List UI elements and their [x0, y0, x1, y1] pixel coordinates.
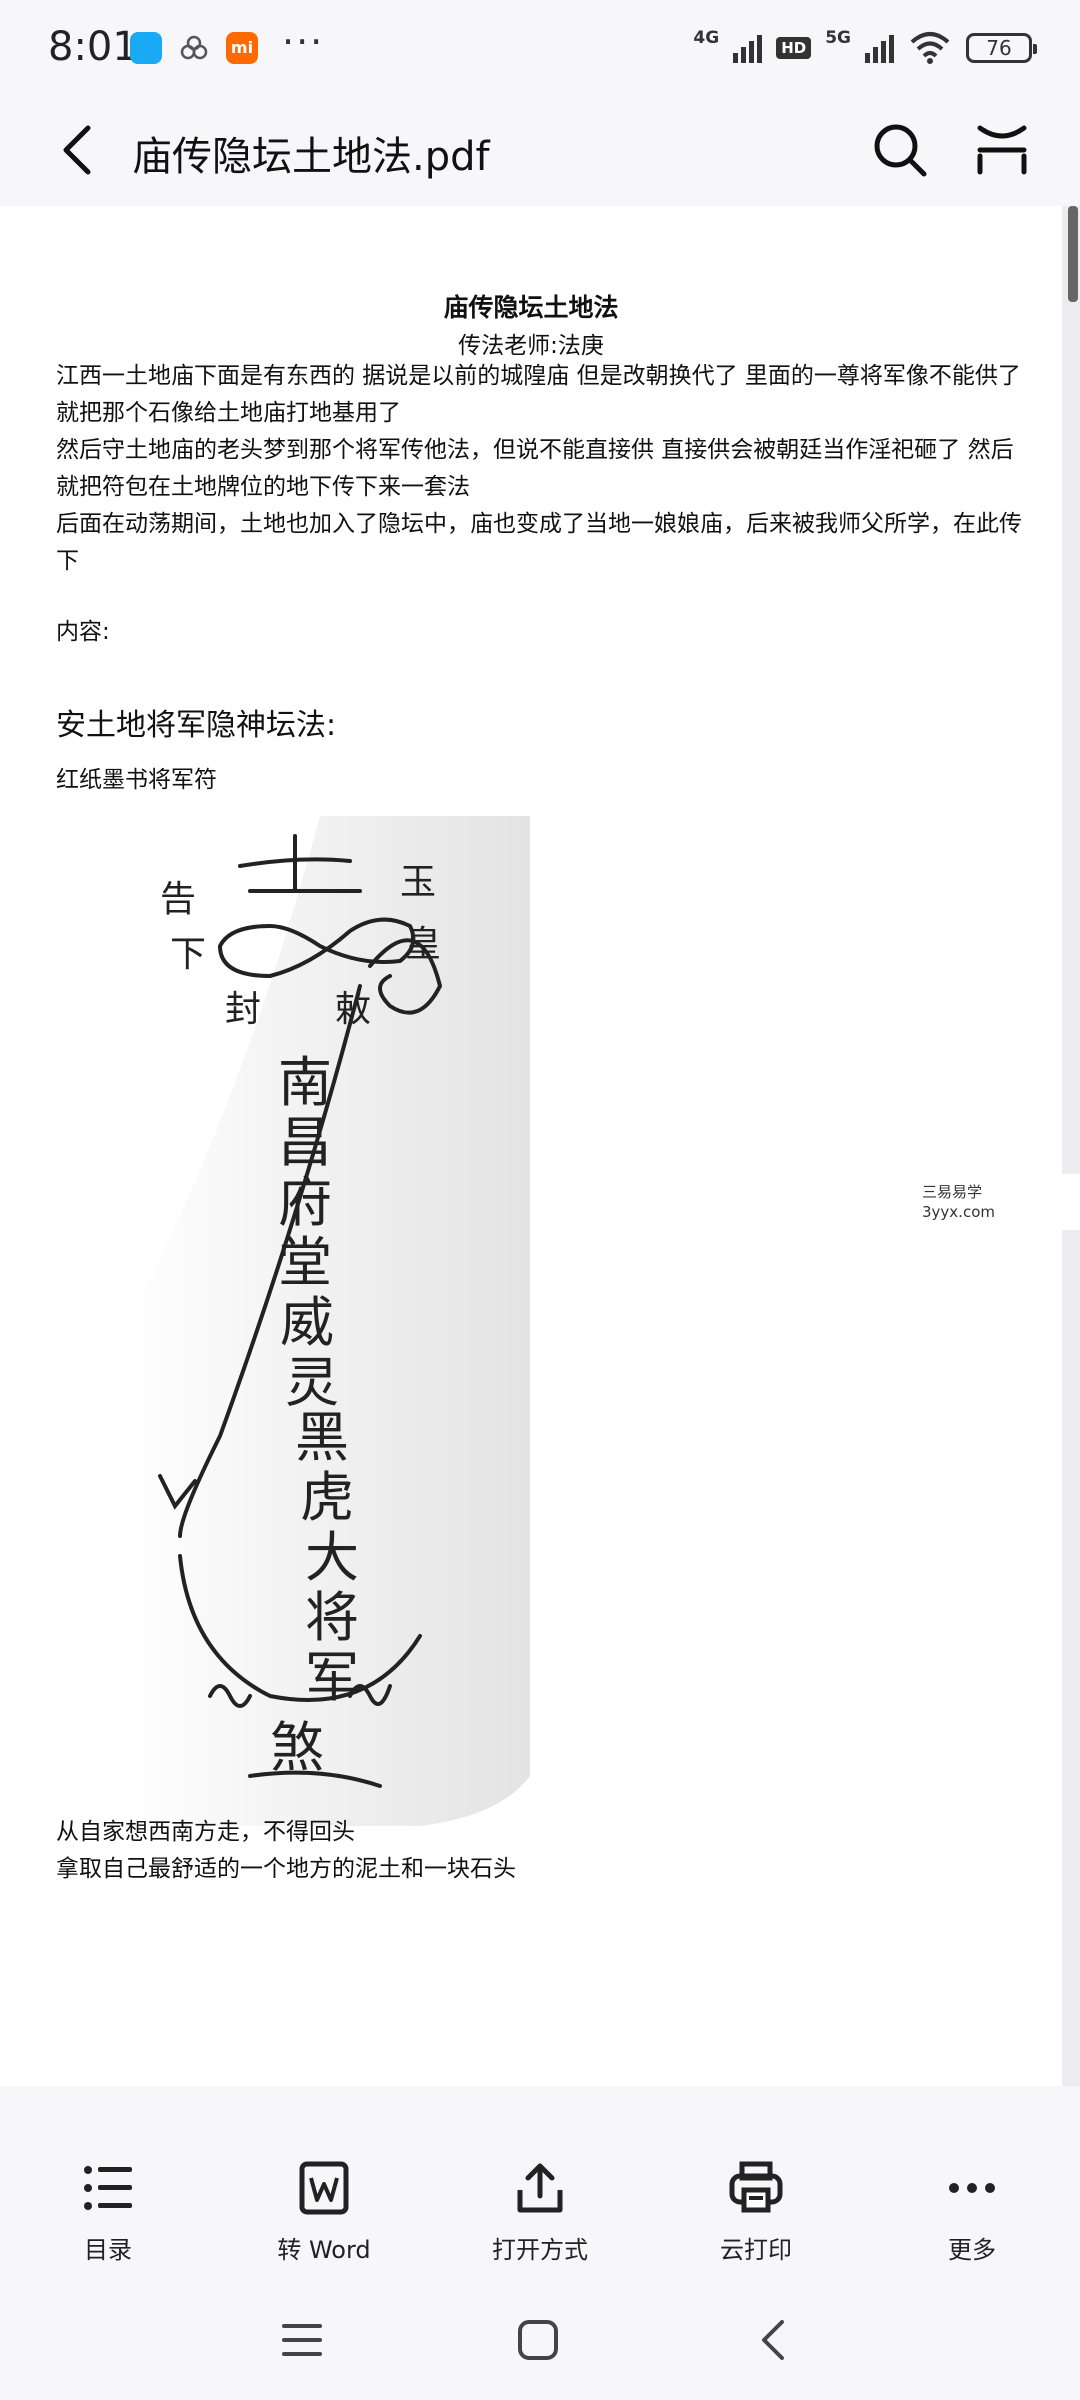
- talisman-char: 昌: [278, 1111, 332, 1174]
- cloud-print-label: 云打印: [720, 2236, 792, 2264]
- watermark-line-2: 3yyx.com: [922, 1203, 995, 1221]
- hd-badge: HD: [776, 37, 812, 59]
- printer-icon: [729, 2161, 783, 2213]
- instruction-line-1: 从自家想西南方走，不得回头: [56, 1819, 355, 1845]
- app-bar: 庙传隐坛土地法.pdf: [0, 96, 1080, 206]
- document-viewer[interactable]: 庙传隐坛土地法 传法老师:法庚 江西一土地庙下面是有东西的 据说是以前的城隍庙 …: [0, 206, 1080, 2086]
- more-button[interactable]: 更多: [864, 2136, 1080, 2276]
- more-notifications-icon: ···: [282, 20, 325, 64]
- talisman-char: 军: [305, 1646, 359, 1709]
- word-icon: [299, 2161, 349, 2215]
- open-with-label: 打开方式: [492, 2236, 588, 2264]
- to-word-button[interactable]: 转 Word: [216, 2136, 432, 2276]
- network-5g-label: 5G: [825, 28, 851, 48]
- network-4g-label: 4G: [693, 28, 720, 48]
- back-arrow-icon[interactable]: [50, 118, 110, 182]
- talisman-char: 府: [278, 1171, 332, 1234]
- talisman-char: 告: [160, 879, 196, 920]
- section-heading: 安土地将军隐神坛法:: [56, 708, 337, 743]
- intro-paragraph-2: 然后守土地庙的老头梦到那个将军传他法，但说不能直接供 直接供会被朝廷当作淫祀砸了…: [56, 437, 1014, 500]
- system-nav-bar: [0, 2276, 1080, 2400]
- page-mode-icon[interactable]: [970, 118, 1034, 182]
- pdf-page: 庙传隐坛土地法 传法老师:法庚 江西一土地庙下面是有东西的 据说是以前的城隍庙 …: [0, 206, 1062, 2086]
- more-icon: [949, 2183, 995, 2193]
- to-word-label: 转 Word: [277, 2236, 371, 2264]
- document-title: 庙传隐坛土地法.pdf: [132, 134, 490, 180]
- talisman-char: 虎: [300, 1466, 354, 1529]
- talisman-char: 玉: [400, 862, 436, 903]
- talisman-char: 封: [225, 989, 261, 1030]
- cloud-print-button[interactable]: 云打印: [648, 2136, 864, 2276]
- open-with-button[interactable]: 打开方式: [432, 2136, 648, 2276]
- talisman-char: 将: [305, 1586, 359, 1649]
- pdf-author: 传法老师:法庚: [458, 333, 604, 359]
- talisman-image: 告 下 玉 皇 封 敕 南 昌 府 堂 威 灵 黑 虎 大 将 军 煞: [120, 816, 530, 1826]
- talisman-char: 南: [278, 1051, 332, 1114]
- intro-paragraph-3: 后面在动荡期间，土地也加入了隐坛中，庙也变成了当地一娘娘庙，后来被我师父所学，在…: [56, 511, 1022, 574]
- content-label: 内容:: [56, 619, 110, 645]
- bottom-toolbar: 目录 转 Word 打开方式 云打印 更多: [0, 2136, 1080, 2276]
- mi-notification-icon: mi: [226, 32, 258, 64]
- list-icon: [84, 2166, 132, 2210]
- talisman-char: 敕: [335, 989, 371, 1030]
- toc-label: 目录: [84, 2236, 132, 2264]
- talisman-caption: 红纸墨书将军符: [56, 767, 217, 793]
- talisman-char: 大: [305, 1526, 359, 1589]
- watermark-line-1: 三易易学: [922, 1183, 983, 1201]
- more-label: 更多: [948, 2236, 996, 2264]
- status-time: 8:01: [48, 24, 138, 70]
- talisman-char: 威: [280, 1291, 334, 1354]
- signal-icon: [733, 33, 763, 63]
- instruction-line-2: 拿取自己最舒适的一个地方的泥土和一块石头: [56, 1856, 516, 1882]
- share-icon: [517, 2163, 563, 2213]
- scrollbar-thumb[interactable]: [1068, 206, 1078, 302]
- search-icon[interactable]: [868, 118, 932, 182]
- talisman-char: 皇: [405, 924, 441, 965]
- toc-button[interactable]: 目录: [0, 2136, 216, 2276]
- home-icon[interactable]: [508, 2310, 568, 2370]
- cloud-notification-icon: [178, 32, 210, 64]
- signal-icon-2: [865, 33, 894, 63]
- battery-indicator: 76: [966, 33, 1037, 63]
- talisman-char: 下: [170, 934, 206, 975]
- talisman-char: 灵: [285, 1351, 339, 1414]
- watermark: 三易易学 3yyx.com: [824, 1174, 1080, 1230]
- back-icon[interactable]: [744, 2310, 804, 2370]
- app-notification-icon: [130, 32, 162, 64]
- pdf-heading: 庙传隐坛土地法: [443, 293, 619, 322]
- intro-paragraph-1: 江西一土地庙下面是有东西的 据说是以前的城隍庙 但是改朝换代了 里面的一尊将军像…: [56, 363, 1021, 426]
- menu-icon[interactable]: [272, 2310, 332, 2370]
- talisman-char: 黑: [295, 1406, 349, 1469]
- wifi-icon: [910, 32, 950, 64]
- status-bar: 8:01 mi ··· 4G HD 5G 76: [0, 0, 1080, 96]
- talisman-char: 堂: [278, 1231, 332, 1294]
- talisman-char: 煞: [270, 1716, 324, 1779]
